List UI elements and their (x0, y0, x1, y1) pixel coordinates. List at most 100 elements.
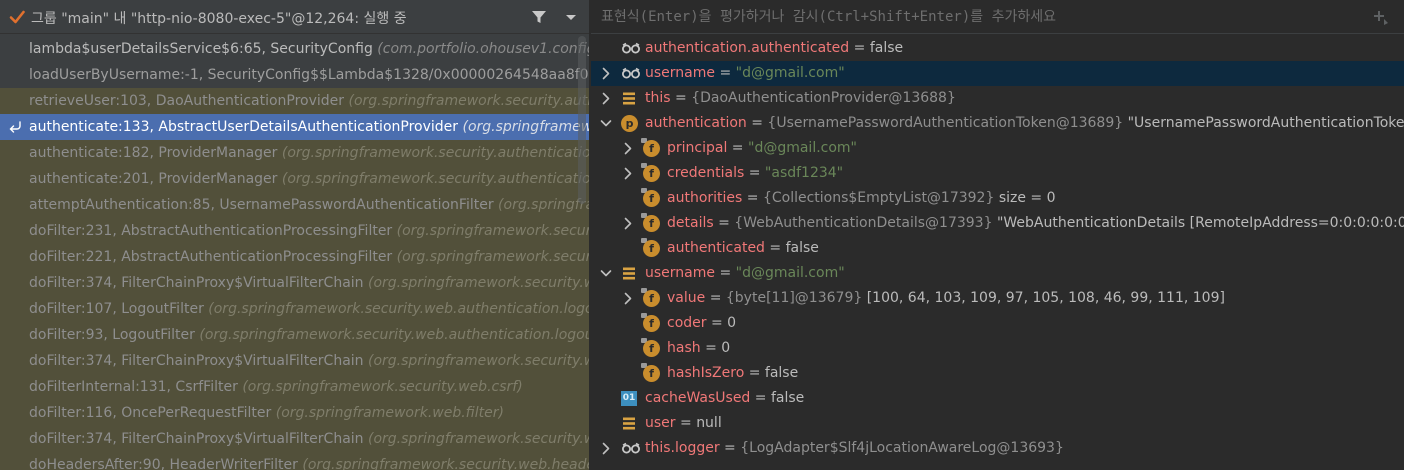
variable-row[interactable]: f authenticated = false (591, 236, 1404, 261)
variable-name: username (645, 65, 715, 81)
variable-value: null (696, 415, 722, 431)
variable-ref: {WebAuthenticationDetails@17393} (734, 215, 993, 231)
frame-row[interactable]: authenticate:201, ProviderManager (org.s… (0, 166, 589, 192)
chevron-right-icon[interactable] (621, 286, 635, 311)
frame-method: authenticate:182, ProviderManager (29, 145, 278, 161)
frame-method: authenticate:201, ProviderManager (29, 171, 278, 187)
variable-row[interactable]: f principal = "d@gmail.com" (591, 136, 1404, 161)
variable-value: "asdf1234" (764, 165, 844, 181)
chevron-right-icon[interactable] (599, 86, 613, 111)
variable-row[interactable]: f authorities = {Collections$EmptyList@17… (591, 186, 1404, 211)
frame-list: lambda$userDetailsService$6:65, Security… (0, 36, 589, 470)
variable-icon-slot: f (641, 138, 660, 157)
variable-row[interactable]: username = "d@gmail.com" (591, 261, 1404, 286)
variable-text: principal = "d@gmail.com" (667, 140, 857, 156)
evaluate-bar (591, 0, 1404, 34)
boolean-icon: 01 (621, 391, 638, 406)
frame-row[interactable]: doHeadersAfter:90, HeaderWriterFilter (o… (0, 452, 589, 470)
thread-label[interactable]: 그룹 "main" 내 "http-nio-8080-exec-5"@12,26… (31, 8, 407, 28)
variable-row[interactable]: username = "d@gmail.com" (591, 61, 1404, 86)
variable-row[interactable]: f value = {byte[11]@13679} [100, 64, 103,… (591, 286, 1404, 311)
variable-value: false (785, 240, 819, 256)
variable-icon-slot (621, 65, 640, 82)
variable-name: authorities (667, 190, 743, 206)
frame-row[interactable]: doFilter:93, LogoutFilter (org.springfra… (0, 322, 589, 348)
frame-package: (org.springframework.security.authent (348, 93, 589, 109)
frame-row[interactable]: doFilter:374, FilterChainProxy$VirtualFi… (0, 426, 589, 452)
frame-row[interactable]: doFilter:116, OncePerRequestFilter (org.… (0, 400, 589, 426)
chevron-down-icon[interactable] (599, 261, 613, 286)
frame-package: (org.springframework.security.web. (368, 353, 589, 369)
thread-selector[interactable]: 그룹 "main" 내 "http-nio-8080-exec-5"@12,26… (0, 0, 589, 34)
frame-row[interactable]: authenticate:133, AbstractUserDetailsAut… (0, 114, 589, 140)
chevron-right-icon[interactable] (599, 61, 613, 86)
variable-icon-slot: f (641, 213, 660, 232)
chevron-right-icon[interactable] (621, 161, 635, 186)
add-watch-icon[interactable] (1373, 10, 1389, 26)
frame-method: loadUserByUsername:-1, SecurityConfig$$L… (29, 67, 589, 83)
checkmark-icon (9, 10, 25, 24)
variable-value: false (869, 40, 904, 56)
variable-name: coder (667, 315, 707, 331)
variable-value: "d@gmail.com" (735, 65, 845, 81)
frames-scrollbar[interactable] (578, 36, 586, 204)
chevron-down-icon[interactable] (563, 10, 579, 24)
variable-name: authenticated (667, 240, 765, 256)
chevron-down-icon[interactable] (599, 111, 613, 136)
variable-text: this.logger = {LogAdapter$Slf4jLocationA… (645, 440, 1064, 456)
frame-row[interactable]: loadUserByUsername:-1, SecurityConfig$$L… (0, 62, 589, 88)
frame-row[interactable]: doFilter:374, FilterChainProxy$VirtualFi… (0, 270, 589, 296)
variable-row[interactable]: f credentials = "asdf1234" (591, 161, 1404, 186)
variable-text: cacheWasUsed = false (645, 390, 805, 406)
variable-name: value (667, 290, 706, 306)
chevron-right-icon[interactable] (621, 211, 635, 236)
frame-method: doFilter:107, LogoutFilter (29, 301, 204, 317)
variable-name: authentication.authenticated (645, 40, 850, 56)
frame-row[interactable]: doFilter:107, LogoutFilter (org.springfr… (0, 296, 589, 322)
variable-value: "d@gmail.com" (748, 140, 857, 156)
variable-text: authorities = {Collections$EmptyList@173… (667, 190, 1056, 206)
frame-row[interactable]: doFilter:374, FilterChainProxy$VirtualFi… (0, 348, 589, 374)
frame-package: (org.springframework.security.authentica… (281, 171, 589, 187)
variable-row[interactable]: f hashIsZero = false (591, 361, 1404, 386)
variable-icon-slot: f (641, 338, 660, 357)
frame-row[interactable]: retrieveUser:103, DaoAuthenticationProvi… (0, 88, 589, 114)
frame-row[interactable]: lambda$userDetailsService$6:65, Security… (0, 36, 589, 62)
chevron-right-icon[interactable] (599, 436, 613, 461)
variable-value: 0 (721, 340, 731, 356)
variable-row[interactable]: f coder = 0 (591, 311, 1404, 336)
variable-value: "WebAuthenticationDetails [RemoteIpAddre… (996, 215, 1404, 231)
evaluate-input[interactable] (601, 0, 1361, 34)
frame-method: doFilter:374, FilterChainProxy$VirtualFi… (29, 353, 364, 369)
variable-ref: {DaoAuthenticationProvider@13688} (691, 90, 956, 106)
variable-row[interactable]: f hash = 0 (591, 336, 1404, 361)
frame-row[interactable]: authenticate:182, ProviderManager (org.s… (0, 140, 589, 166)
frame-package: (org.springframework.security.web.authen… (199, 327, 589, 343)
variable-list-icon (621, 92, 638, 111)
variable-row[interactable]: 01 cacheWasUsed = false (591, 386, 1404, 411)
filter-icon[interactable] (530, 8, 548, 26)
variable-icon-slot (621, 40, 640, 57)
variable-row[interactable]: user = null (591, 411, 1404, 436)
variable-row[interactable]: f details = {WebAuthenticationDetails@173… (591, 211, 1404, 236)
variable-ref: {UsernamePasswordAuthenticationToken@136… (767, 115, 1124, 131)
variable-name: this.logger (645, 440, 720, 456)
variable-value: "UsernamePasswordAuthenticationToken ... (1127, 115, 1404, 131)
variable-icon-slot: f (641, 238, 660, 257)
frame-row[interactable]: doFilterInternal:131, CsrfFilter (org.sp… (0, 374, 589, 400)
variable-text: this = {DaoAuthenticationProvider@13688} (645, 90, 956, 106)
variable-row[interactable]: authentication.authenticated = false (591, 36, 1404, 61)
variable-text: credentials = "asdf1234" (667, 165, 844, 181)
frame-row[interactable]: attemptAuthentication:85, UsernamePasswo… (0, 192, 589, 218)
frame-row[interactable]: doFilter:221, AbstractAuthenticationProc… (0, 244, 589, 270)
variable-value: size = 0 (998, 190, 1056, 206)
variable-name: principal (667, 140, 728, 156)
variable-icon-slot (621, 90, 638, 107)
field-lock-icon: f (641, 288, 660, 307)
frame-row[interactable]: doFilter:231, AbstractAuthenticationProc… (0, 218, 589, 244)
frame-method: doFilterInternal:131, CsrfFilter (29, 379, 238, 395)
variable-row[interactable]: this = {DaoAuthenticationProvider@13688} (591, 86, 1404, 111)
variable-row[interactable]: p authentication = {UsernamePasswordAuthe… (591, 111, 1404, 136)
variable-row[interactable]: this.logger = {LogAdapter$Slf4jLocationA… (591, 436, 1404, 461)
chevron-right-icon[interactable] (621, 136, 635, 161)
